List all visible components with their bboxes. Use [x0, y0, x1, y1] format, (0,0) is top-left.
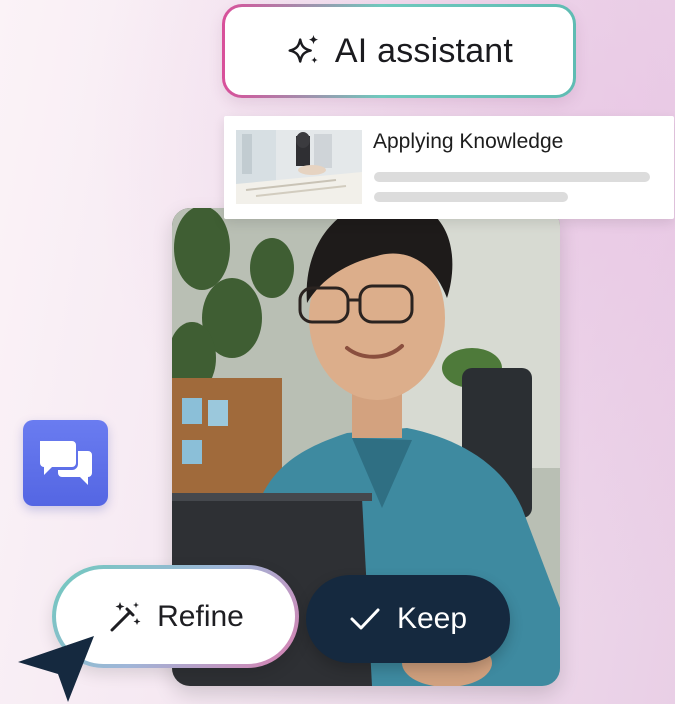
loading-bar-placeholder — [374, 172, 650, 182]
keep-button[interactable]: Keep — [306, 575, 510, 663]
checkmark-icon — [350, 608, 380, 630]
loading-bar-placeholder-short — [374, 192, 568, 202]
ai-assistant-button[interactable]: AI assistant — [222, 4, 576, 98]
sparkles-icon — [288, 34, 319, 64]
chat-button[interactable] — [23, 420, 108, 506]
keep-label: Keep — [396, 602, 468, 635]
knowledge-card: Applying Knowledge — [224, 116, 674, 219]
ai-assistant-button-body[interactable]: AI assistant — [225, 7, 573, 95]
refine-label: Refine — [157, 599, 244, 633]
ai-assistant-label: AI assistant — [334, 31, 514, 70]
knowledge-title: Applying Knowledge — [373, 130, 564, 153]
pointer-cursor-icon — [18, 636, 94, 702]
thumbnail-illustration — [236, 130, 362, 204]
chat-bubbles-icon — [39, 441, 92, 485]
magic-wand-icon — [110, 601, 141, 631]
meeting-thumbnail-image — [236, 130, 362, 204]
